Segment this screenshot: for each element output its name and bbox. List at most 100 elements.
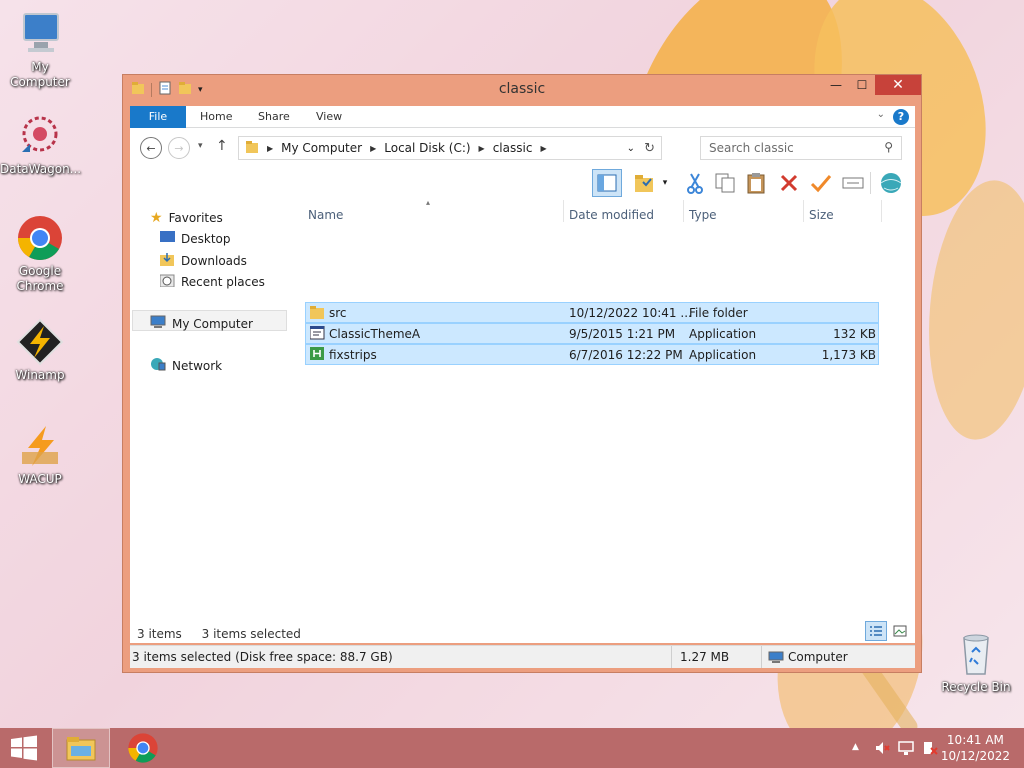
copy-icon[interactable] [712,170,738,196]
table-row[interactable]: ClassicThemeA 9/5/2015 1:21 PM Applicati… [305,323,879,344]
breadcrumb-my-computer[interactable]: My Computer [281,141,362,155]
nav-my-computer[interactable]: My Computer [150,315,253,332]
action-center-icon[interactable] [922,740,938,759]
divider [683,200,684,222]
folder-options-dropdown-icon[interactable]: ▾ [658,170,672,196]
search-icon[interactable]: ⚲ [884,140,893,154]
recent-places-icon [159,273,175,290]
breadcrumb-local-disk[interactable]: Local Disk (C:) [384,141,470,155]
desktop-icon-datawagon[interactable]: DataWagon... [0,112,81,177]
minimize-button[interactable]: — [823,75,849,95]
chevron-right-icon[interactable]: ▶ [267,144,273,153]
command-toolbar: ▾ [130,168,915,198]
file-type: Application [689,327,757,341]
chevron-right-icon[interactable]: ▶ [479,144,485,153]
column-header-date[interactable]: Date modified [569,208,654,222]
tab-home[interactable]: Home [186,106,246,128]
column-header-name[interactable]: Name [308,208,343,222]
desktop-icon-google-chrome[interactable]: Google Chrome [0,214,80,294]
file-name: src [329,306,347,320]
expand-ribbon-icon[interactable]: ⌄ [877,109,885,120]
table-row[interactable]: fixstrips 6/7/2016 12:22 PM Application … [305,344,879,365]
sort-indicator-icon: ▴ [426,198,431,207]
breadcrumb-classic[interactable]: classic [493,141,533,155]
folder-options-icon[interactable] [632,170,658,196]
forward-button[interactable]: → [168,137,190,159]
checkmark-icon[interactable] [808,170,834,196]
application-icon [310,347,325,364]
column-header-type[interactable]: Type [689,208,717,222]
chrome-icon [16,214,64,262]
chevron-right-icon[interactable]: ▶ [370,144,376,153]
delete-icon[interactable] [776,170,802,196]
desktop-icon-winamp[interactable]: Winamp [0,318,80,383]
network-status-icon[interactable] [898,740,914,759]
status-size: 1.27 MB [680,650,730,664]
content-area: ★ Favorites Desktop Downloads Recent pla… [130,198,915,643]
recent-locations-icon[interactable]: ▾ [198,141,203,151]
chrome-icon [128,733,158,763]
start-button[interactable] [0,728,48,768]
tab-file[interactable]: File [130,106,186,128]
desktop-icon-recycle-bin[interactable]: Recycle Bin [936,630,1016,695]
large-icons-view-button[interactable] [889,621,911,641]
datawagon-icon [16,112,64,160]
file-date: 6/7/2016 12:22 PM [569,348,683,362]
taskbar-chrome[interactable] [114,728,172,768]
computer-icon [768,651,784,667]
rename-icon[interactable] [840,170,866,196]
paste-icon[interactable] [744,170,770,196]
back-button[interactable]: ← [140,137,162,159]
globe-icon[interactable] [878,170,904,196]
column-header-size[interactable]: Size [809,208,834,222]
tab-view[interactable]: View [302,106,356,128]
table-row[interactable]: src 10/12/2022 10:41 ... File folder [305,302,879,323]
file-name: fixstrips [329,348,377,362]
cut-icon[interactable] [682,170,708,196]
file-size: 1,173 KB [821,348,876,362]
nav-network[interactable]: Network [150,357,222,374]
desktop-icon [160,231,175,246]
tab-share[interactable]: Share [244,106,304,128]
desktop-icon-wacup[interactable]: WACUP [0,422,80,487]
file-size: 132 KB [833,327,876,341]
nav-downloads[interactable]: Downloads [160,252,247,269]
application-icon [309,325,325,343]
taskbar-clock[interactable]: 10:41 AM 10/12/2022 [941,732,1010,764]
show-hidden-icons-icon[interactable]: ▲ [852,742,859,752]
winamp-icon [16,318,64,366]
divider [881,200,882,222]
file-type: File folder [689,306,748,320]
details-view-button[interactable] [865,621,887,641]
nav-recent-places[interactable]: Recent places [159,273,265,290]
windows-logo-icon [11,735,37,761]
search-input[interactable]: Search classic ⚲ [700,136,902,160]
close-button[interactable]: ✕ [875,75,921,95]
chevron-right-icon[interactable]: ▶ [540,144,546,153]
file-name: ClassicThemeA [329,327,421,341]
file-explorer-icon [66,737,96,761]
desktop-icon-my-computer[interactable]: My Computer [0,10,80,90]
wallpaper-petal [918,175,1024,445]
title-bar[interactable]: ▾ classic — ☐ ✕ [123,75,921,105]
star-icon: ★ [150,210,163,226]
computer-icon [150,315,166,332]
preview-pane-button[interactable] [592,169,622,197]
refresh-icon[interactable]: ↻ [644,141,655,156]
taskbar: ▲ 10:41 AM 10/12/2022 [0,728,1024,768]
address-bar[interactable]: ▶ My Computer ▶ Local Disk (C:) ▶ classi… [238,136,662,160]
up-button[interactable]: ↑ [216,138,228,154]
item-count-status: 3 items 3 items selected [137,627,301,641]
taskbar-file-explorer[interactable] [52,728,110,768]
network-icon [150,357,166,374]
help-icon[interactable]: ? [893,109,909,125]
nav-favorites[interactable]: ★ Favorites [150,210,223,226]
wacup-icon [16,422,64,470]
file-type: Application [689,348,757,362]
divider [803,200,804,222]
folder-icon [310,305,325,322]
volume-muted-icon[interactable] [874,740,890,759]
address-dropdown-icon[interactable]: ⌄ [627,143,635,154]
nav-desktop[interactable]: Desktop [160,231,231,246]
maximize-button[interactable]: ☐ [849,75,875,95]
